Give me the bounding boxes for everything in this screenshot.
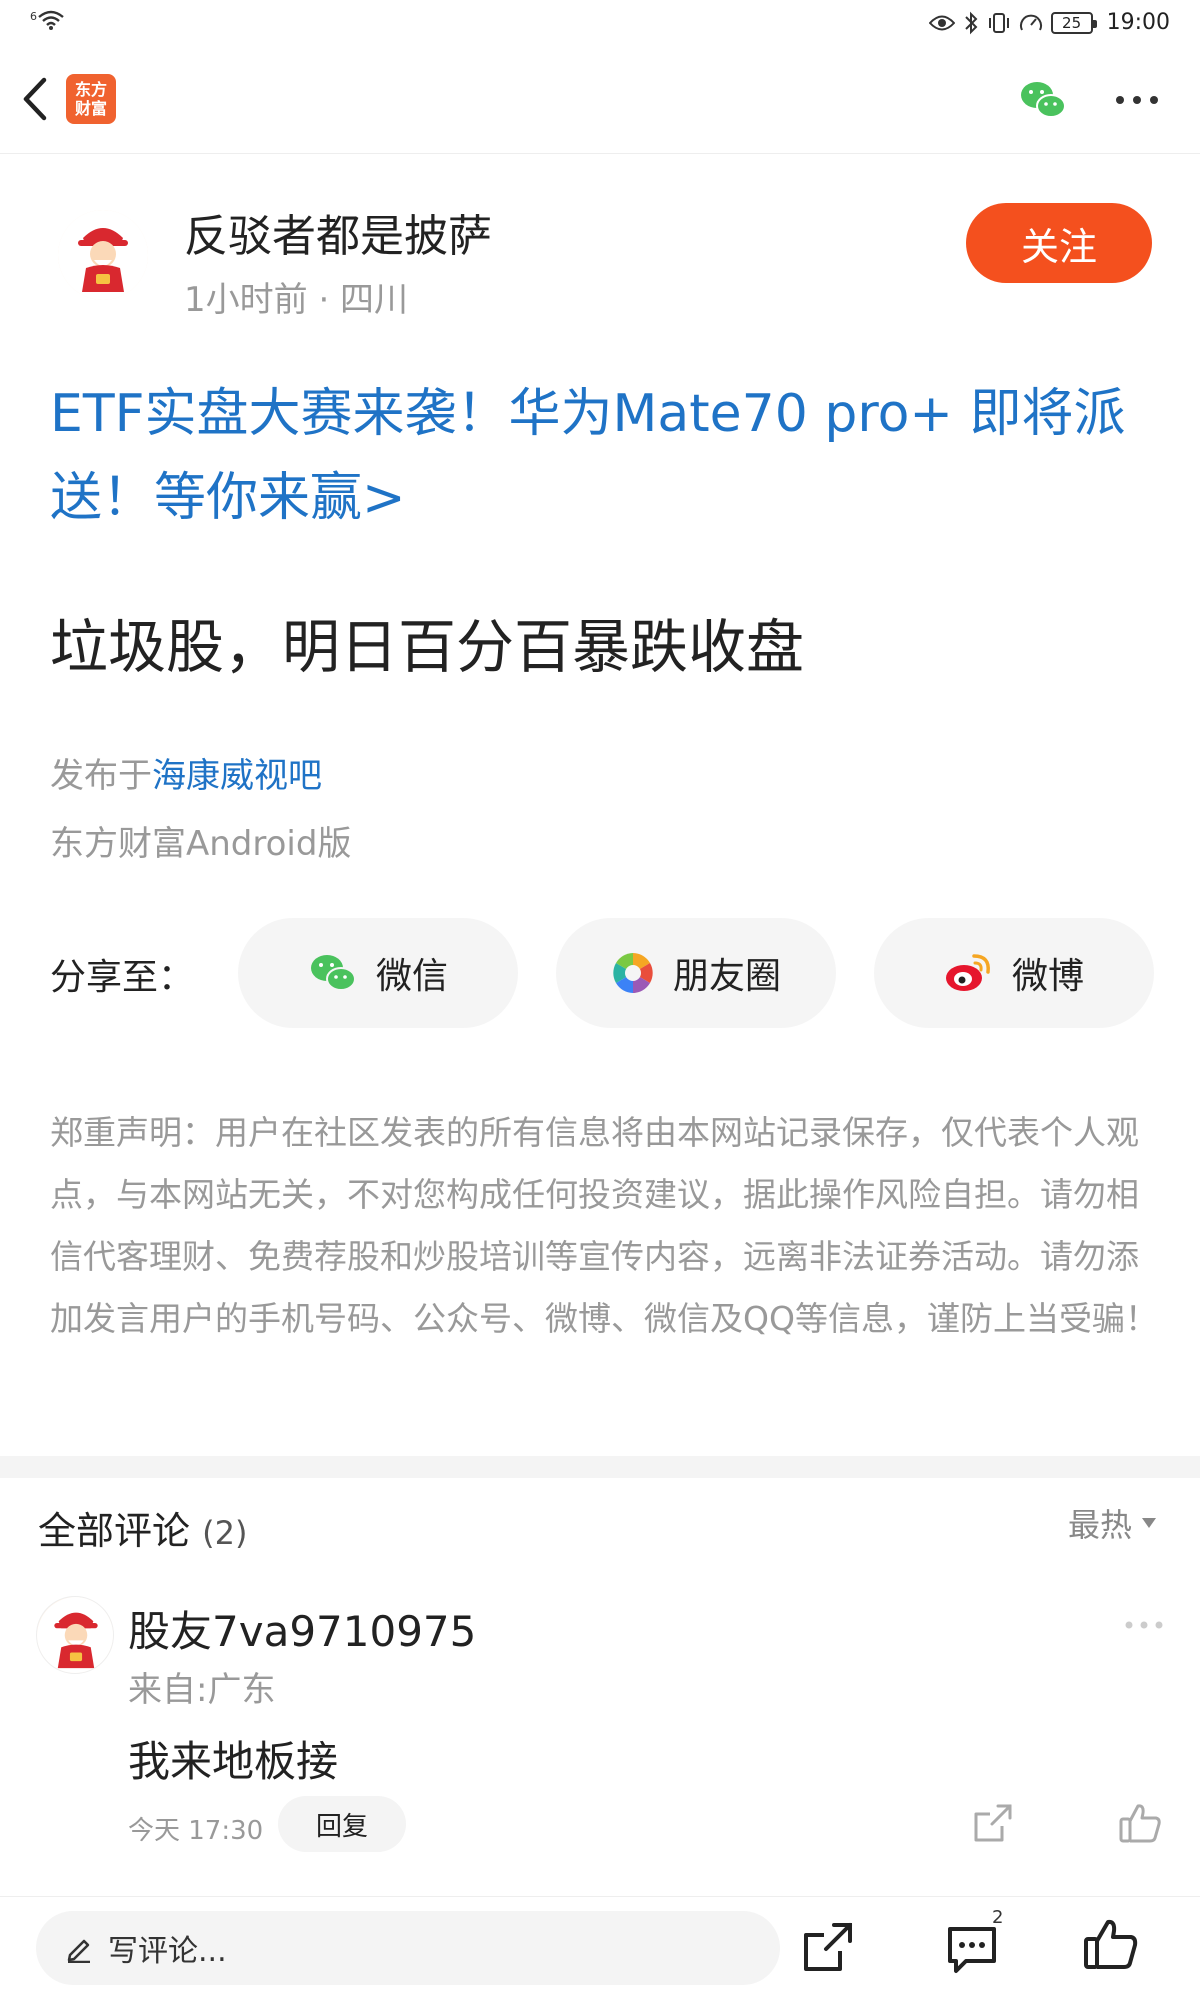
comment-count-badge: 2 — [992, 1907, 1004, 1928]
bluetooth-icon — [964, 11, 978, 34]
bottom-action-bar: 写评论... 2 — [0, 1896, 1200, 2000]
comment-more-icon[interactable] — [1124, 1620, 1164, 1630]
battery-level: 25 — [1062, 13, 1082, 32]
thumbs-up-icon[interactable] — [1118, 1802, 1162, 1844]
app-logo-line2: 财富 — [74, 99, 107, 118]
comment-time: 今天 17:30 — [128, 1816, 264, 1846]
wifi-icon — [38, 10, 64, 30]
more-options-icon[interactable] — [1114, 94, 1160, 106]
weibo-icon — [945, 954, 990, 991]
top-navigation-bar: 东方 财富 — [0, 48, 1200, 154]
author-avatar[interactable] — [58, 210, 148, 300]
commenter-name[interactable]: 股友7va9710975 — [128, 1598, 476, 1659]
comments-title: 全部评论 — [38, 1509, 191, 1553]
eye-icon — [928, 15, 955, 30]
forum-link[interactable]: 海康威视吧 — [152, 756, 322, 796]
disclaimer-text: 郑重声明：用户在社区发表的所有信息将由本网站记录保存，仅代表个人观点，与本网站无… — [50, 1113, 1158, 1338]
write-comment-placeholder: 写评论... — [108, 1934, 227, 1969]
published-prefix: 发布于 — [50, 756, 152, 796]
comment-text: 我来地板接 — [128, 1737, 339, 1786]
status-left: 6 — [30, 10, 64, 30]
share-weibo-label: 微博 — [1011, 956, 1084, 997]
share-wechat-button[interactable]: 微信 — [238, 918, 518, 1028]
share-moments-label: 朋友圈 — [672, 956, 781, 997]
post-client: 东方财富Android版 — [50, 824, 352, 864]
post-title: 垃圾股，明日百分百暴跌收盘 — [50, 613, 805, 681]
battery-icon: 25 — [1050, 11, 1097, 34]
share-wechat-label: 微信 — [375, 956, 448, 997]
write-comment-input[interactable]: 写评论... — [36, 1911, 780, 1985]
commenter-location: 来自:广东 — [128, 1670, 276, 1710]
author-name[interactable]: 反驳者都是披萨 — [184, 200, 492, 264]
reply-button[interactable]: 回复 — [278, 1796, 406, 1852]
status-time: 19:00 — [1106, 10, 1170, 35]
vibrate-icon — [988, 12, 1009, 33]
share-weibo-button[interactable]: 微博 — [874, 918, 1154, 1028]
share-icon[interactable] — [800, 1919, 856, 1975]
comments-count: (2) — [202, 1514, 248, 1552]
app-logo-line1: 东方 — [74, 80, 107, 99]
share-moments-button[interactable]: 朋友圈 — [556, 918, 836, 1028]
published-in: 发布于海康威视吧 — [50, 748, 322, 797]
sort-dropdown[interactable]: 最热 — [1068, 1500, 1157, 1546]
share-icon[interactable] — [972, 1802, 1014, 1844]
caishen-avatar-image — [37, 1597, 113, 1673]
signal-label: 6 — [30, 10, 37, 23]
moments-icon — [613, 953, 653, 993]
status-bar: 6 25 19:00 — [0, 0, 1200, 48]
speedometer-icon — [1019, 14, 1042, 30]
sort-label: 最热 — [1068, 1506, 1133, 1544]
thumbs-up-icon[interactable] — [1082, 1917, 1138, 1973]
follow-button[interactable]: 关注 — [966, 203, 1152, 283]
pencil-icon — [67, 1939, 90, 1963]
status-right: 25 19:00 — [928, 10, 1170, 35]
comments-header: 全部评论 (2) — [38, 1500, 247, 1555]
share-label: 分享至： — [50, 957, 195, 998]
caret-down-icon — [1142, 1518, 1157, 1528]
post-time-location: 1小时前 · 四川 — [184, 280, 409, 320]
wechat-icon[interactable] — [1018, 78, 1068, 122]
wechat-icon — [310, 955, 356, 991]
app-logo[interactable]: 东方 财富 — [66, 74, 116, 124]
back-icon[interactable] — [14, 74, 58, 124]
promo-link[interactable]: ETF实盘大赛来袭！华为Mate70 pro+ 即将派送！等你来赢> — [50, 372, 1160, 540]
commenter-avatar[interactable] — [36, 1596, 114, 1674]
section-divider — [0, 1456, 1200, 1478]
caishen-avatar-image — [58, 210, 148, 300]
